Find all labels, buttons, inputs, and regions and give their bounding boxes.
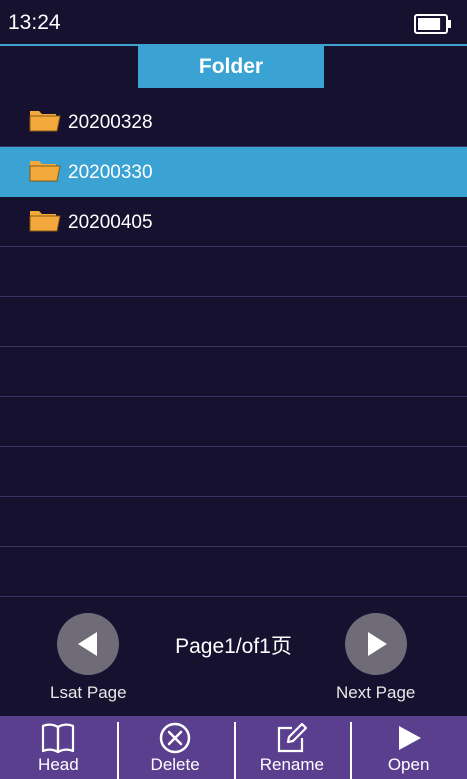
folder-list: 20200328 20200330 20200405: [0, 97, 467, 597]
folder-icon: [29, 211, 61, 232]
empty-row[interactable]: [0, 297, 467, 347]
folder-name: 20200330: [68, 162, 153, 183]
delete-button[interactable]: Delete: [116, 716, 234, 779]
page-indicator: Page1/of1页: [175, 635, 292, 658]
head-button[interactable]: Head: [0, 716, 117, 779]
page-title: Folder: [138, 46, 324, 88]
empty-row[interactable]: [0, 397, 467, 447]
folder-name: 20200405: [68, 212, 153, 233]
clock: 13:24: [8, 11, 61, 34]
empty-row[interactable]: [0, 247, 467, 297]
folder-icon: [29, 161, 61, 182]
battery-icon: [414, 14, 451, 34]
empty-row[interactable]: [0, 447, 467, 497]
head-label: Head: [38, 755, 79, 774]
rename-button[interactable]: Rename: [233, 716, 351, 779]
prev-page-label[interactable]: Lsat Page: [50, 683, 127, 703]
circle-x-icon: [159, 722, 191, 754]
folder-name: 20200328: [68, 112, 153, 133]
triangle-right-icon: [368, 632, 387, 656]
next-page-button[interactable]: [345, 613, 407, 675]
folder-row[interactable]: 20200328: [0, 97, 467, 147]
folder-row-selected[interactable]: 20200330: [0, 147, 467, 197]
status-bar: 13:24: [0, 0, 467, 46]
rename-label: Rename: [259, 755, 324, 774]
open-button[interactable]: Open: [350, 716, 467, 779]
empty-row[interactable]: [0, 347, 467, 397]
delete-label: Delete: [150, 755, 200, 774]
next-page-label[interactable]: Next Page: [336, 683, 415, 703]
empty-row[interactable]: [0, 547, 467, 597]
edit-icon: [277, 722, 307, 753]
folder-icon: [29, 111, 61, 132]
book-icon: [42, 723, 75, 754]
bottom-toolbar: Head Delete Rename Open: [0, 716, 467, 779]
empty-row[interactable]: [0, 497, 467, 547]
open-label: Open: [387, 755, 430, 774]
play-icon: [398, 726, 421, 750]
page-title-label: Folder: [198, 55, 264, 78]
folder-row[interactable]: 20200405: [0, 197, 467, 247]
